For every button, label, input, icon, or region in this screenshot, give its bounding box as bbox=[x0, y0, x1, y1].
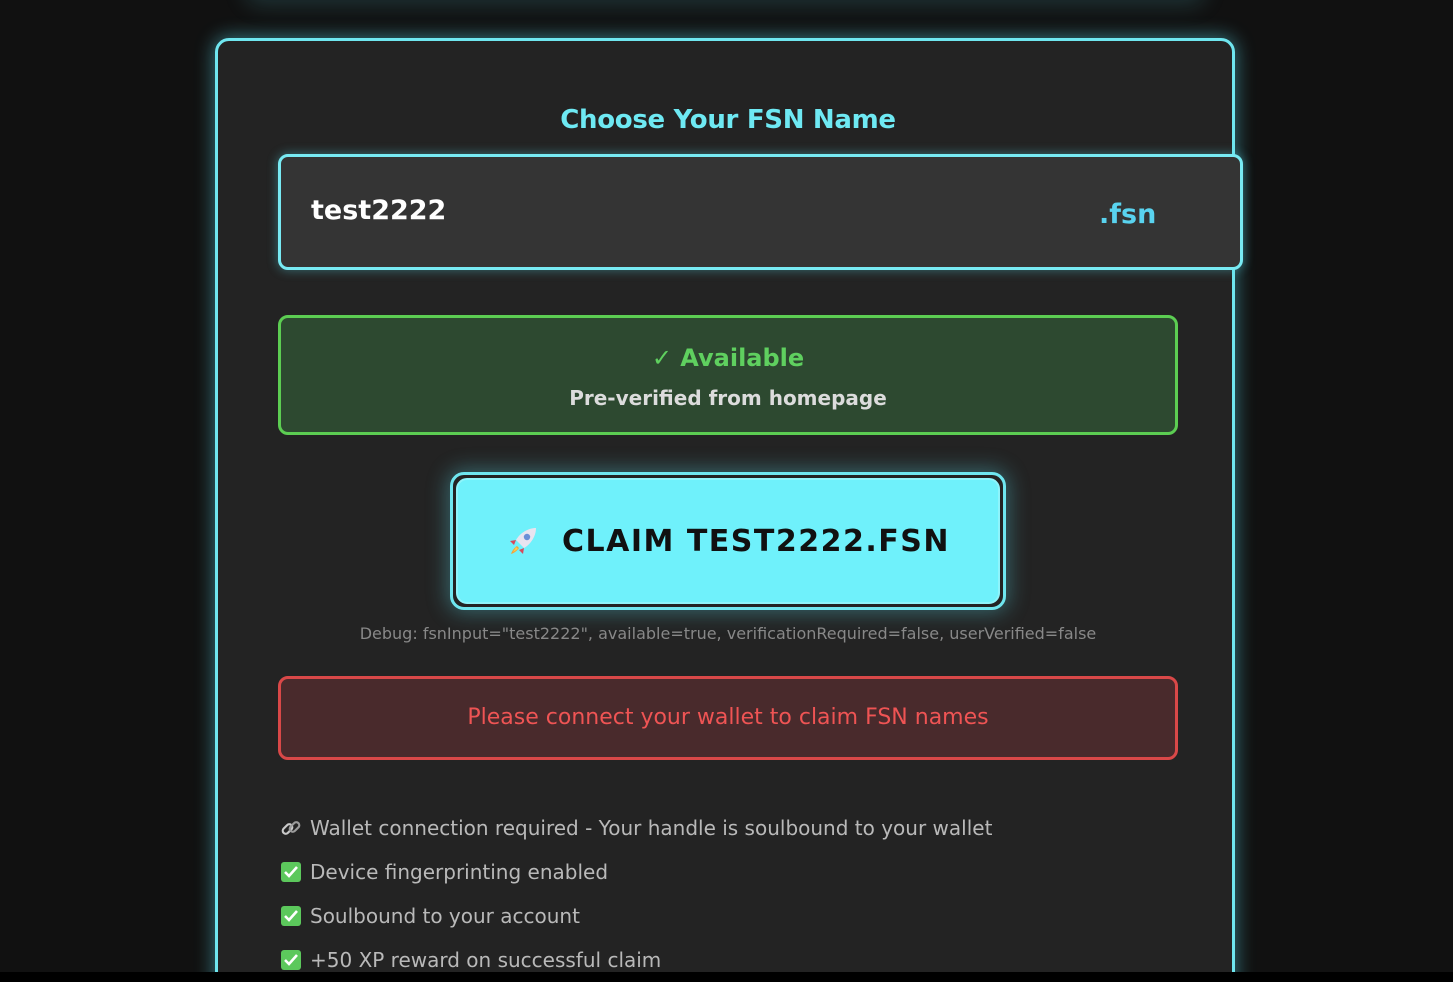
feature-text: +50 XP reward on successful claim bbox=[310, 948, 662, 972]
check-box-icon bbox=[280, 949, 302, 971]
check-box-icon bbox=[280, 905, 302, 927]
check-box-icon bbox=[280, 861, 302, 883]
availability-title: ✓ Available bbox=[651, 344, 805, 372]
feature-item: Wallet connection required - Your handle… bbox=[280, 806, 1180, 850]
wallet-error-text: Please connect your wallet to claim FSN … bbox=[467, 705, 989, 730]
name-input-box[interactable]: .fsn bbox=[278, 154, 1243, 270]
debug-text: Debug: fsnInput="test2222", available=tr… bbox=[359, 624, 1097, 643]
claim-button[interactable]: CLAIM TEST2222.FSN bbox=[456, 478, 1000, 604]
claim-button-frame: CLAIM TEST2222.FSN bbox=[450, 472, 1006, 610]
name-suffix: .fsn bbox=[1099, 199, 1157, 230]
feature-text: Wallet connection required - Your handle… bbox=[310, 816, 993, 840]
feature-text: Device fingerprinting enabled bbox=[310, 860, 609, 884]
page-title: Choose Your FSN Name bbox=[560, 105, 896, 135]
wallet-error-banner: Please connect your wallet to claim FSN … bbox=[278, 676, 1178, 760]
rocket-icon bbox=[506, 524, 540, 558]
claim-card: Choose Your FSN Name .fsn ✓ Available Pr… bbox=[215, 38, 1243, 982]
claim-button-label: CLAIM TEST2222.FSN bbox=[562, 523, 950, 559]
feature-item: Device fingerprinting enabled bbox=[280, 850, 1180, 894]
feature-list: Wallet connection required - Your handle… bbox=[280, 806, 1180, 982]
name-input[interactable] bbox=[311, 195, 911, 226]
feature-item: Soulbound to your account bbox=[280, 894, 1180, 938]
page: Choose Your FSN Name .fsn ✓ Available Pr… bbox=[0, 0, 1453, 982]
link-icon bbox=[280, 817, 302, 839]
bottom-bar bbox=[0, 972, 1453, 982]
availability-subtitle: Pre-verified from homepage bbox=[569, 386, 887, 410]
availability-status: ✓ Available Pre-verified from homepage bbox=[278, 315, 1178, 435]
feature-text: Soulbound to your account bbox=[310, 904, 580, 928]
